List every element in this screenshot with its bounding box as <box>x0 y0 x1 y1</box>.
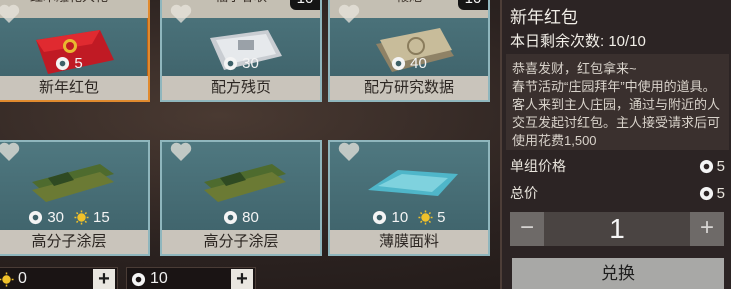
heart-icon[interactable] <box>0 4 20 24</box>
price-value: 40 <box>410 54 427 72</box>
film-fabric-art <box>368 170 458 196</box>
item-title: 新年红包 <box>510 8 578 27</box>
item-name: 配方研究数据 <box>330 76 488 100</box>
heart-icon[interactable] <box>338 142 360 162</box>
price-sun-value: 15 <box>93 208 110 226</box>
price-row: 40 <box>330 53 488 73</box>
stock-count-badge: 10 <box>290 0 320 10</box>
item-detail-panel: 新年红包 本日剩余次数: 10/10 恭喜发财，红包拿来~ 春节活动“庄园拜年”… <box>500 0 731 289</box>
unit-price-label: 单组价格 <box>510 158 566 174</box>
total-value: 5 <box>716 184 725 202</box>
sun-token-icon <box>74 209 89 225</box>
price-value: 30 <box>242 54 259 72</box>
sun-token-balance: 0 + <box>0 267 118 289</box>
add-sun-token-button[interactable]: + <box>93 269 115 289</box>
total-label: 总价 <box>510 185 538 201</box>
polymer-coating-art <box>204 164 286 202</box>
sun-token-icon <box>418 209 433 225</box>
description-scroll[interactable]: 恭喜发财，红包拿来~ 春节活动“庄园拜年”中使用的道具。客人来到主人庄园，通过与… <box>506 54 729 150</box>
coin-icon <box>29 210 43 224</box>
price-row: 5 <box>0 53 148 73</box>
item-name: 新年红包 <box>0 76 148 100</box>
polymer-coating-art <box>32 164 114 202</box>
price-row: 30 15 <box>0 207 148 227</box>
coin-icon <box>56 56 70 70</box>
heart-icon[interactable] <box>170 4 192 24</box>
price-sun-value: 5 <box>437 208 446 226</box>
shop-item-grid: 红木雕花大花 5 新年红包 福字春联 10 30 配方残页 鞭炮 <box>0 0 498 256</box>
heart-icon[interactable] <box>338 4 360 24</box>
unit-price-value: 5 <box>716 157 725 175</box>
price-value: 5 <box>74 54 83 72</box>
price-value: 10 <box>391 208 409 226</box>
item-name: 高分子涂层 <box>162 230 320 254</box>
heart-icon[interactable] <box>170 142 192 162</box>
exchange-button[interactable]: 兑换 <box>512 258 724 289</box>
item-card-polymer-coating-2[interactable]: 80 高分子涂层 <box>160 140 322 256</box>
coin-icon <box>224 56 238 70</box>
add-coin-button[interactable]: + <box>231 269 253 289</box>
item-card-new-year-red-envelope[interactable]: 红木雕花大花 5 新年红包 <box>0 0 150 102</box>
coin-icon <box>373 210 387 224</box>
item-name: 高分子涂层 <box>0 230 148 254</box>
coin-icon <box>699 186 713 200</box>
item-card-recipe-fragment[interactable]: 福字春联 10 30 配方残页 <box>160 0 322 102</box>
coin-icon <box>224 210 238 224</box>
total-price-row: 总价 5 <box>510 183 725 203</box>
coin-icon <box>131 272 146 286</box>
remaining-count: 本日剩余次数: 10/10 <box>510 33 646 50</box>
coin-icon <box>699 159 713 173</box>
coin-balance: 10 + <box>126 267 256 289</box>
sun-token-amount: 0 <box>18 270 27 287</box>
heart-icon[interactable] <box>0 142 20 162</box>
sun-token-icon <box>0 271 14 287</box>
unit-price-row: 单组价格 5 <box>510 156 725 176</box>
price-value: 30 <box>47 208 64 226</box>
quantity-value[interactable]: 1 <box>544 212 690 246</box>
item-card-film-fabric[interactable]: 10 5 薄膜面料 <box>328 140 490 256</box>
decrease-quantity-button[interactable]: − <box>510 212 544 246</box>
stock-count-badge: 10 <box>458 0 488 10</box>
quantity-stepper: − 1 + <box>510 212 724 246</box>
coin-amount: 10 <box>150 270 168 287</box>
row-above-label: 红木雕花大花 <box>0 0 148 18</box>
increase-quantity-button[interactable]: + <box>690 212 724 246</box>
price-value: 80 <box>242 208 259 226</box>
price-row: 10 5 <box>330 207 488 227</box>
item-name: 薄膜面料 <box>330 230 488 254</box>
item-description: 恭喜发财，红包拿来~ 春节活动“庄园拜年”中使用的道具。客人来到主人庄园，通过与… <box>512 61 721 148</box>
item-card-polymer-coating-1[interactable]: 30 15 高分子涂层 <box>0 140 150 256</box>
coin-icon <box>392 56 406 70</box>
price-row: 80 <box>162 207 320 227</box>
item-card-recipe-research-data[interactable]: 鞭炮 10 40 配方研究数据 <box>328 0 490 102</box>
price-row: 30 <box>162 53 320 73</box>
item-name: 配方残页 <box>162 76 320 100</box>
